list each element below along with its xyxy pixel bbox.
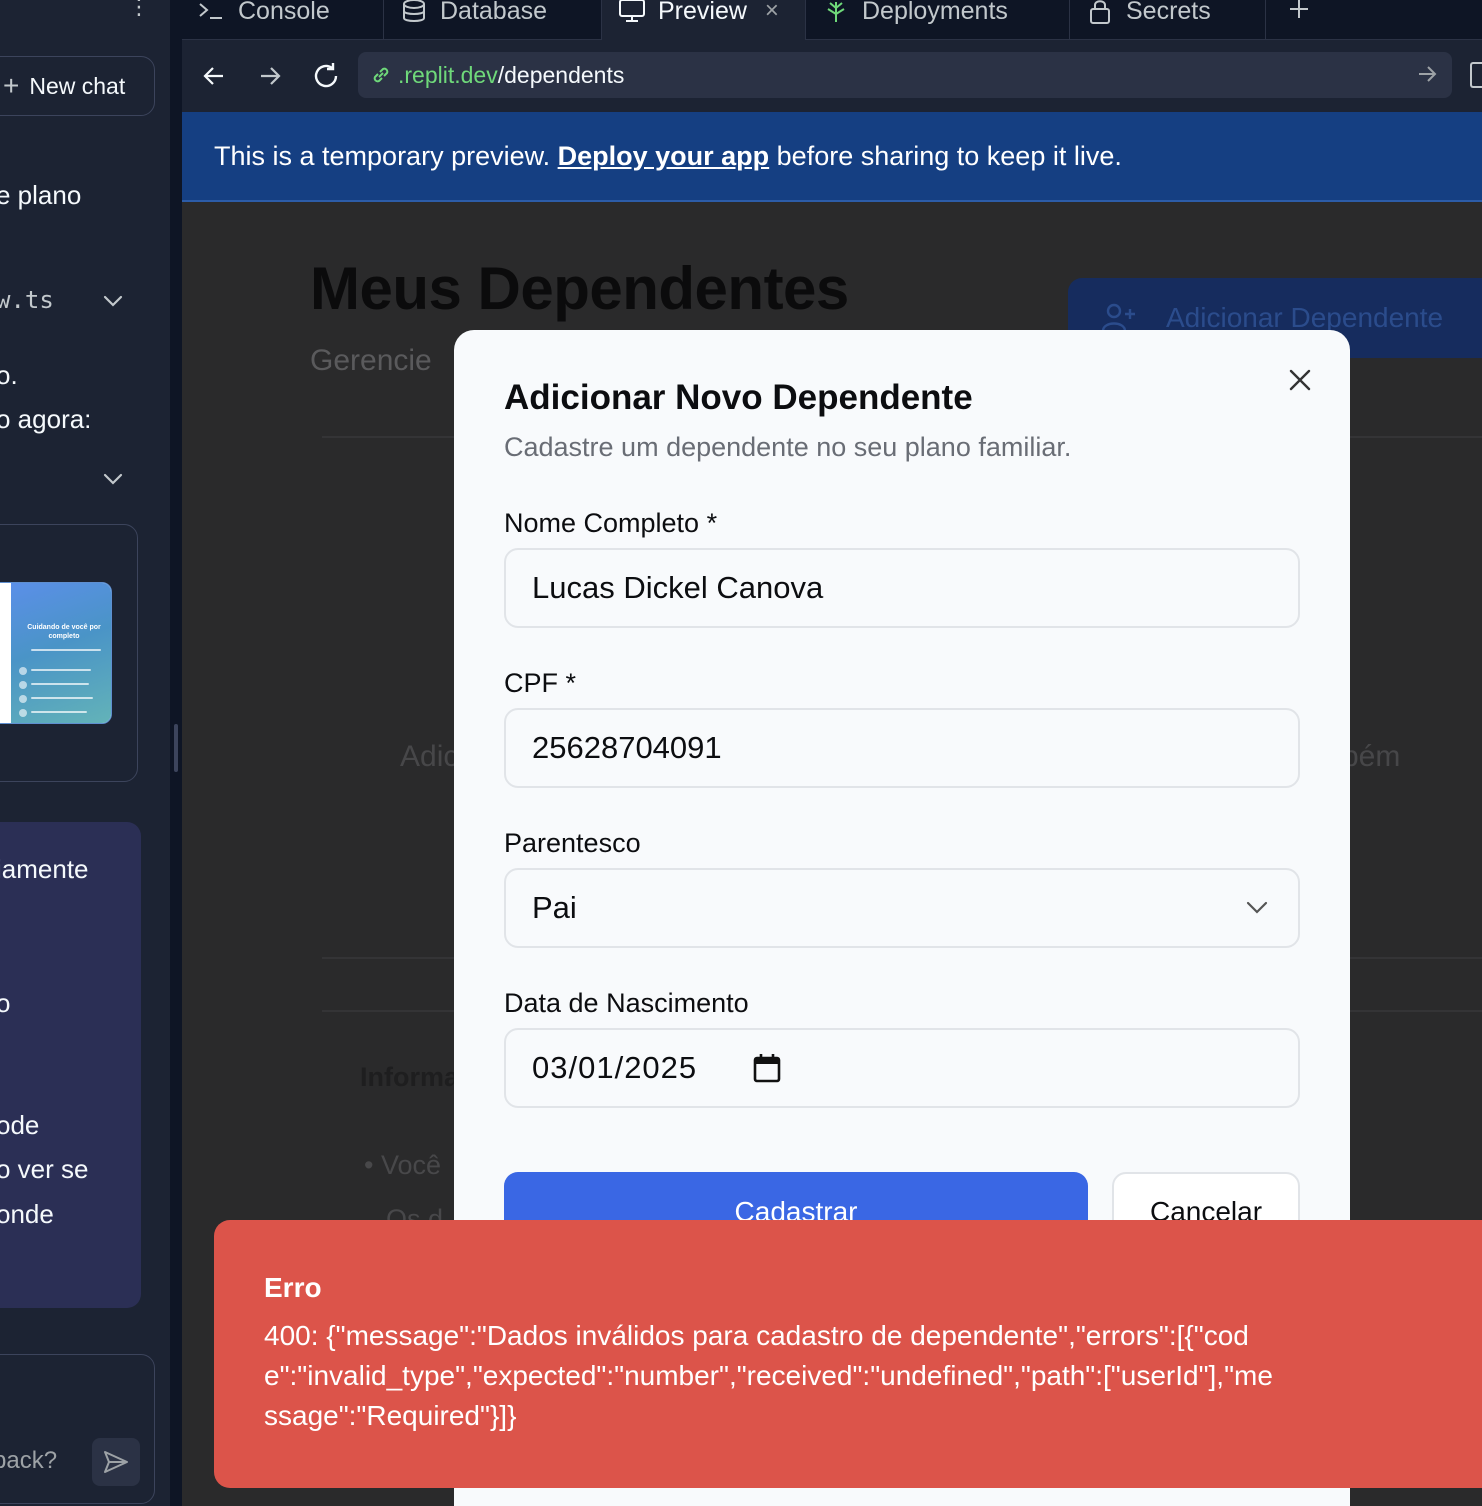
name-label: Nome Completo * [504,508,718,538]
new-chat-label: New chat [29,72,126,99]
full-name-value: Lucas Dickel Canova [532,570,824,605]
banner-text: before sharing to keep it live. [769,140,1122,171]
close-icon [1289,369,1311,391]
chevron-down-icon[interactable] [102,468,124,490]
close-dialog-button[interactable] [1284,364,1316,396]
url-host: .replit.dev [398,61,498,88]
tab-secrets[interactable]: Secrets [1070,0,1266,40]
chat-text-fragment: onde [0,1199,54,1229]
tab-console[interactable]: Console [182,0,384,40]
back-button[interactable] [196,58,232,94]
banner-text: This is a temporary preview. [214,140,558,171]
birth-date-input[interactable]: 03/01/2025 [504,1028,1300,1108]
calendar-icon[interactable] [753,1053,781,1083]
toast-message: 400: {"message":"Dados inválidos para ca… [264,1320,1273,1431]
screenshot-thumbnail[interactable]: Cuidando de você por completo [0,582,112,724]
monitor-icon [619,0,645,22]
deploy-link[interactable]: Deploy your app [558,141,770,172]
url-path: /dependents [497,61,625,88]
devices-icon[interactable] [1470,62,1482,88]
file-name[interactable]: w.ts [0,286,54,314]
chevron-down-icon [1246,901,1268,914]
chat-text-fragment: iamente [0,854,89,884]
tab-label: Database [440,0,548,25]
tab-database[interactable]: Database [384,0,602,40]
temporary-preview-banner: This is a temporary preview. Deploy your… [182,112,1482,202]
cpf-input[interactable]: 25628704091 [504,708,1300,788]
tab-label: Preview [658,0,747,25]
empty-state-text: bém [1342,740,1401,773]
chat-text-fragment: o [0,988,11,1018]
chat-sidebar: ⋮ + New chat e plano w.ts o. o agora: Cu… [0,0,170,1506]
tab-label: Deployments [862,0,1008,25]
close-tab-icon[interactable]: × [765,0,779,23]
lock-icon [1090,0,1110,24]
tab-preview[interactable]: Preview × [602,0,806,40]
toast-title: Erro [264,1272,322,1303]
open-in-new-tab-icon[interactable] [1416,63,1438,85]
workspace-tab-bar: Console Database Preview × Deployments S… [182,0,1482,40]
chat-text-fragment: o. [0,360,18,390]
send-button[interactable] [92,1438,140,1486]
console-icon [199,3,222,19]
cpf-label: CPF * [504,668,577,698]
send-icon [104,1451,128,1473]
chat-text-fragment: e plano [0,180,82,210]
dialog-title: Adicionar Novo Dependente [504,378,973,417]
user-plus-icon [1102,303,1135,332]
error-toast[interactable]: Erro 400: {"message":"Dados inválidos pa… [214,1220,1482,1488]
deploy-icon [827,2,845,22]
relationship-value: Pai [532,890,577,925]
more-options-icon[interactable]: ⋮ [128,0,150,24]
arrow-right-icon [261,67,281,85]
relationship-select[interactable]: Pai [504,868,1300,948]
arrow-left-icon [203,67,223,85]
birth-date-value: 03/01/2025 [532,1050,698,1085]
reload-button[interactable] [308,58,344,94]
relationship-label: Parentesco [504,828,641,858]
page-title: Meus Dependentes [310,255,849,322]
database-icon [403,0,425,22]
info-bullet: • Você [364,1150,442,1180]
chat-message: iamente o ode o ver se onde [0,822,141,1308]
thumbnail-title: Cuidando de você por completo [27,624,101,640]
chat-text-fragment: o agora: [0,404,92,434]
chat-text-fragment: o ver se [0,1154,89,1184]
url-bar[interactable]: .replit.dev/dependents [358,52,1452,98]
tab-deployments[interactable]: Deployments [806,0,1070,40]
refresh-icon [314,63,338,88]
chevron-down-icon[interactable] [102,290,124,312]
dialog-description: Cadastre um dependente no seu plano fami… [504,432,1072,462]
panel-resize-handle[interactable] [170,0,182,1506]
page-subtitle: Gerencie [310,344,432,377]
tab-label: Console [238,0,330,25]
tab-label: Secrets [1126,0,1211,25]
empty-state-text: Adic [400,740,459,773]
new-tab-icon[interactable] [1288,0,1310,20]
preview-toolbar: .replit.dev/dependents [182,40,1482,112]
link-icon [373,67,389,83]
chat-input-placeholder: back? [0,1447,58,1474]
new-chat-button[interactable]: + New chat [0,56,155,116]
plus-icon: + [3,70,20,101]
full-name-input[interactable]: Lucas Dickel Canova [504,548,1300,628]
cpf-value: 25628704091 [532,730,722,765]
info-heading: Informa [360,1062,460,1092]
birth-date-label: Data de Nascimento [504,988,749,1018]
chat-text-fragment: ode [0,1110,40,1140]
forward-button[interactable] [252,58,288,94]
